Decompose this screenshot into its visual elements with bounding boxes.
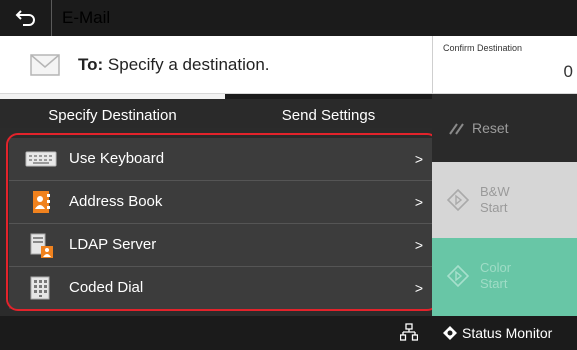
destination-field[interactable]: To: Specify a destination.: [0, 36, 432, 94]
highlight-frame: [6, 133, 439, 311]
tab-specify-destination[interactable]: Specify Destination: [0, 94, 225, 128]
tab-send-settings[interactable]: Send Settings: [225, 94, 432, 128]
reset-icon: [449, 123, 464, 135]
start-label: Start: [480, 276, 508, 291]
color-start-label: Color Start: [480, 260, 511, 292]
bw-start-button[interactable]: B&W Start: [432, 162, 577, 238]
status-monitor-button[interactable]: Status Monitor: [432, 316, 577, 350]
color-start-button[interactable]: Color Start: [432, 238, 577, 316]
network-icon: [400, 323, 418, 341]
status-monitor-label: Status Monitor: [462, 325, 553, 341]
envelope-icon: [30, 54, 60, 76]
reset-button[interactable]: Reset: [432, 94, 577, 162]
tab-specify-destination-indicator: [0, 94, 225, 99]
to-placeholder: Specify a destination.: [107, 55, 270, 74]
to-label: To:: [78, 55, 104, 74]
start-icon: [446, 188, 470, 212]
tab-send-settings-indicator: [225, 94, 432, 99]
page-title: E-Mail: [62, 8, 111, 27]
confirm-destination-button[interactable]: Confirm Destination 0: [432, 36, 577, 94]
bw-label: B&W: [480, 184, 510, 199]
start-icon: [446, 264, 470, 288]
status-monitor-icon: [443, 326, 457, 340]
color-label: Color: [480, 260, 512, 275]
back-button[interactable]: [0, 0, 52, 36]
bw-start-label: B&W Start: [480, 184, 510, 216]
confirm-destination-label: Confirm Destination: [443, 43, 523, 53]
confirm-destination-count: 0: [563, 62, 573, 81]
start-label: Start: [480, 200, 508, 215]
to-text: To: Specify a destination.: [78, 36, 270, 94]
reset-label: Reset: [472, 120, 509, 136]
back-arrow-icon: [15, 10, 35, 26]
